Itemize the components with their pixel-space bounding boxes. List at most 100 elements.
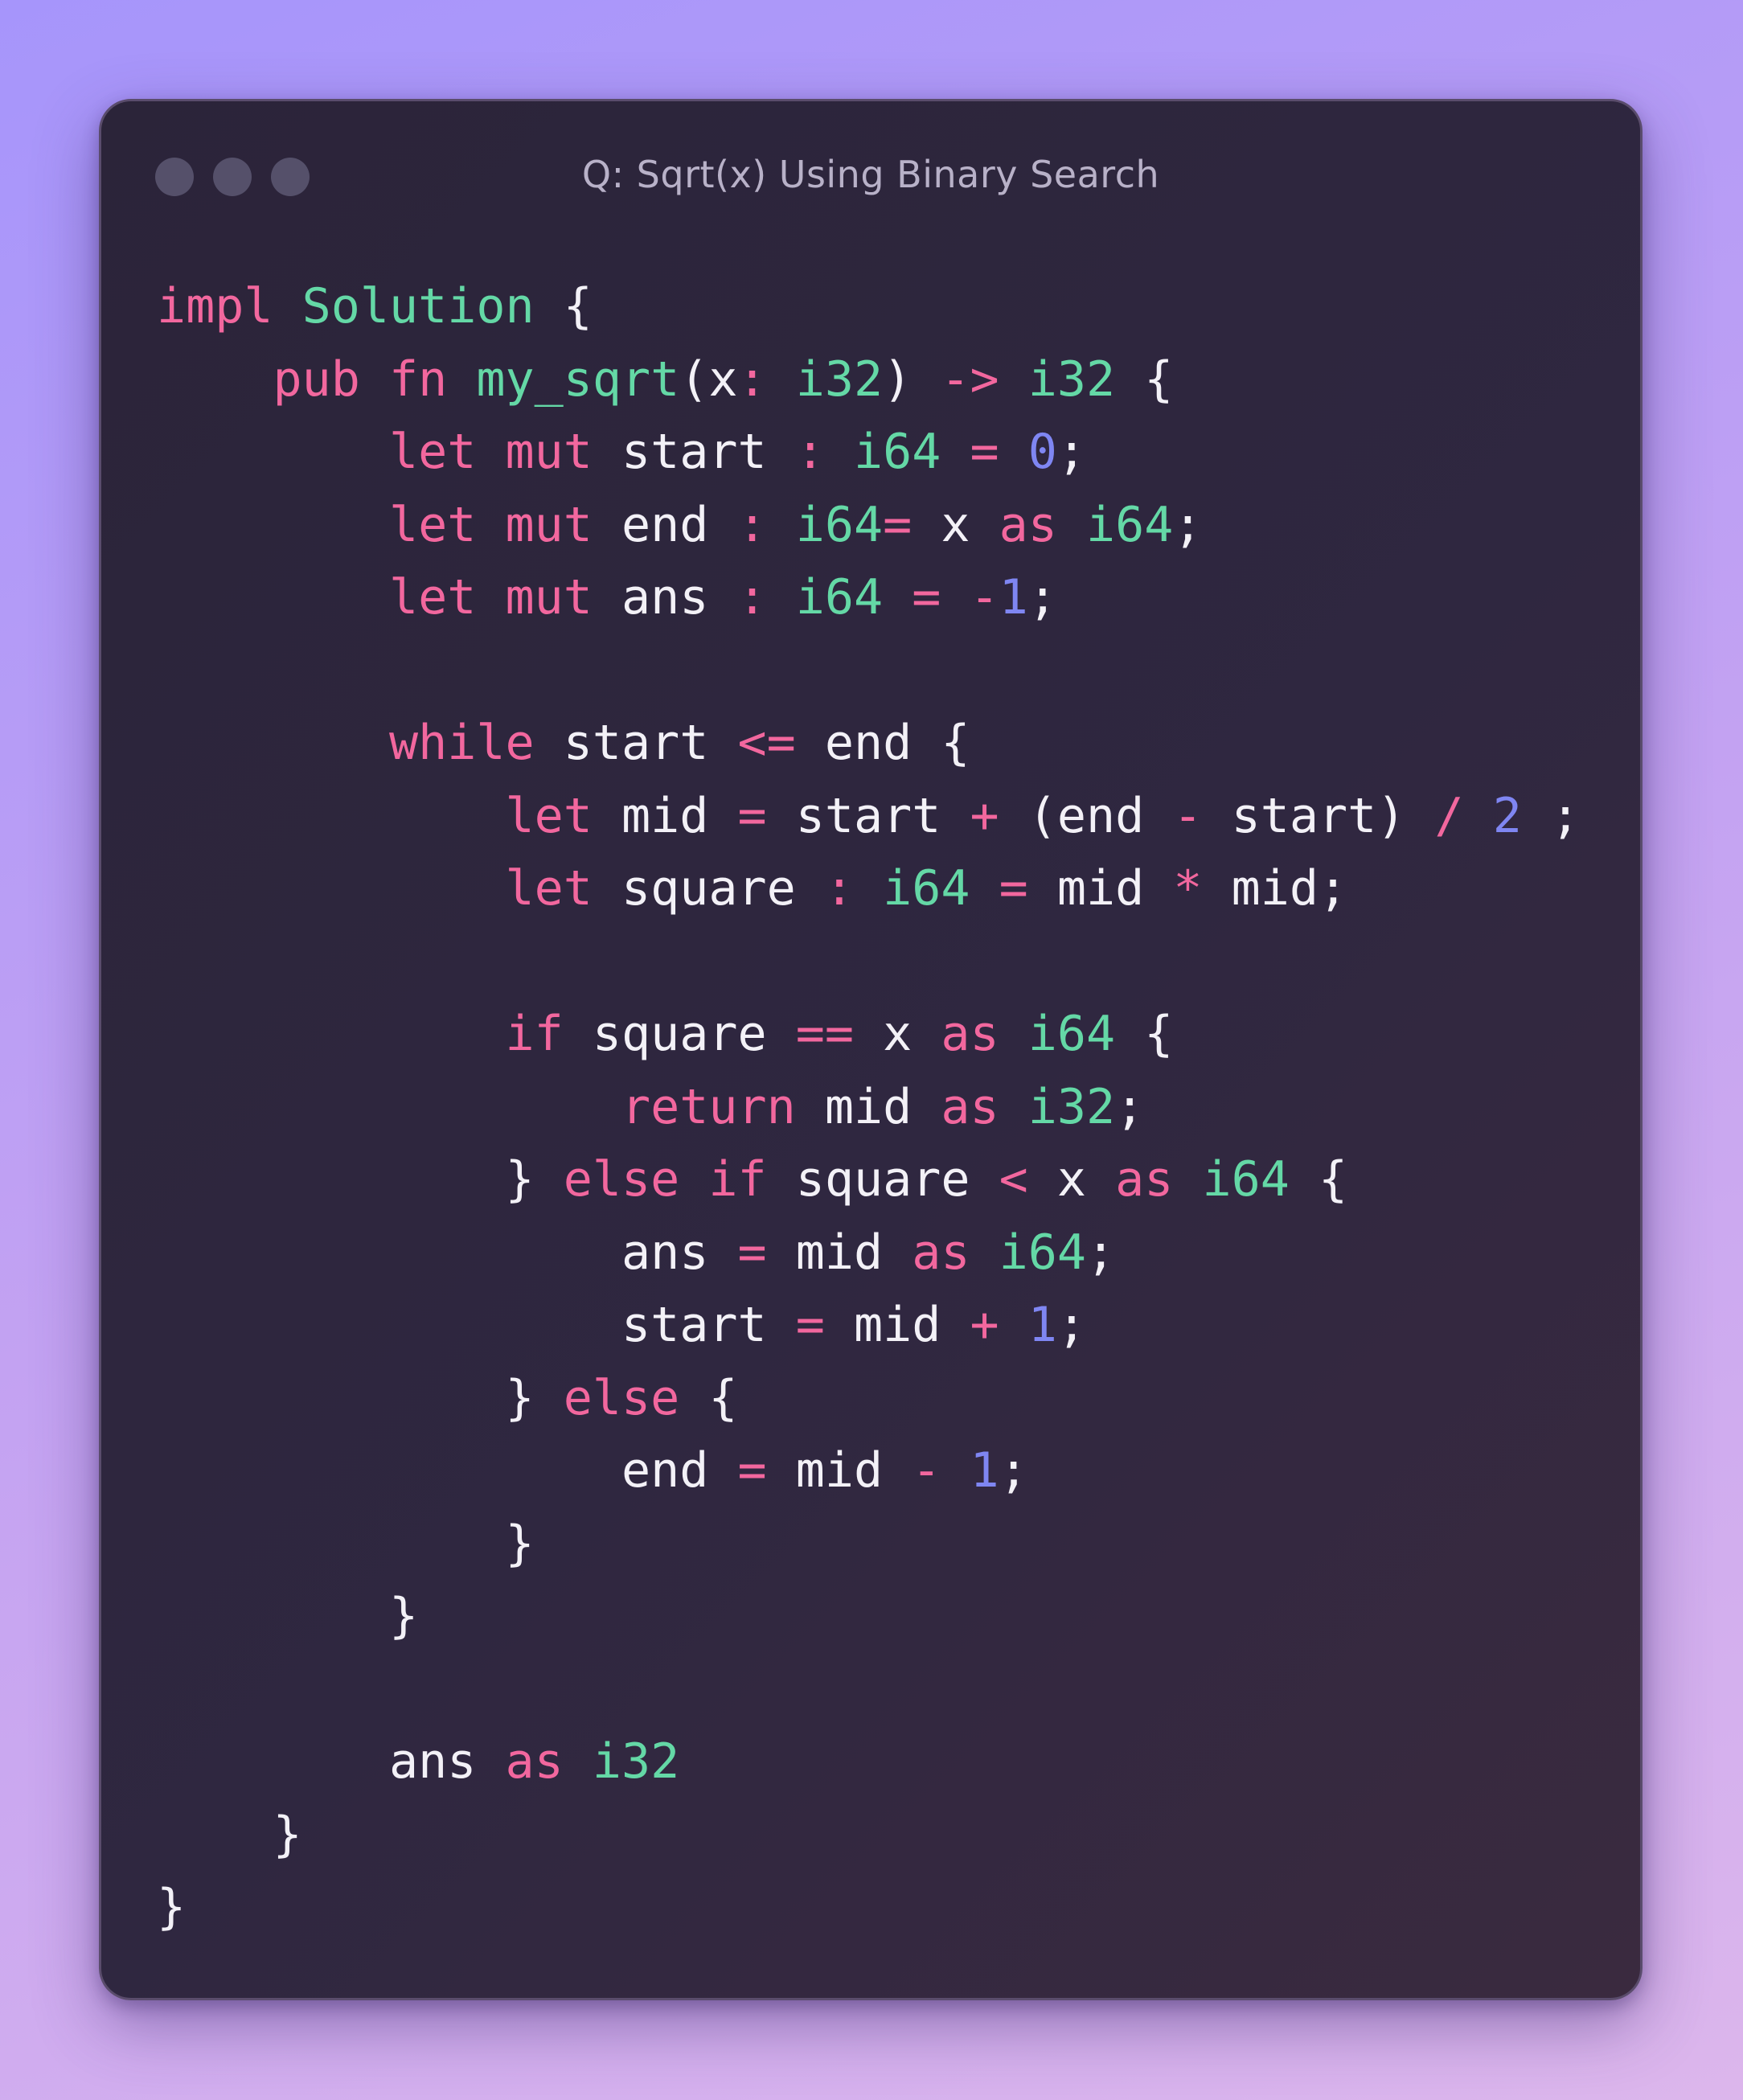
text-token: end (157, 1442, 738, 1499)
text-token: } (157, 1151, 564, 1208)
operator-token: = (737, 787, 767, 844)
keyword-token: return (621, 1078, 796, 1135)
keyword-token: mut (505, 496, 593, 553)
operator-token: : (737, 351, 767, 408)
code-line: start = mid + 1; (157, 1289, 1580, 1362)
operator-token: < (999, 1151, 1028, 1208)
keyword-token: mut (505, 424, 593, 480)
text-token: mid (766, 1442, 913, 1499)
text-token: end (592, 496, 738, 553)
keyword-token: as (941, 1006, 999, 1062)
keyword-token: pub (273, 351, 360, 408)
keyword-token: if (708, 1151, 767, 1208)
keyword-token: fn (389, 351, 448, 408)
text-token: start (592, 424, 796, 480)
keyword-token: let (505, 860, 593, 917)
operator-token: + (970, 1297, 999, 1353)
text-token: square (766, 1151, 999, 1208)
code-line: } (157, 1799, 1580, 1872)
code-line: let mid = start + (end - start) / 2 ; (157, 780, 1580, 853)
number-token: 1 (970, 1442, 999, 1499)
text-token: ) (883, 351, 941, 408)
code-line: } (157, 1871, 1580, 1944)
code-line: } else { (157, 1362, 1580, 1435)
code-line: impl Solution { (157, 270, 1580, 343)
text-token: end { (795, 715, 970, 771)
code-line: let mut ans : i64 = -1; (157, 561, 1580, 634)
operator-token: <= (737, 715, 796, 771)
type-token: i32 (1027, 1078, 1116, 1135)
operator-token: = (912, 569, 941, 625)
operator-token: = (737, 1442, 767, 1499)
code-window: Q: Sqrt(x) Using Binary Search impl Solu… (99, 99, 1643, 2000)
text-token: } (157, 1806, 302, 1863)
text-token: { (679, 1369, 738, 1426)
text-token: ans (592, 569, 738, 625)
operator-token: : (824, 860, 854, 917)
text-token: (end (999, 787, 1174, 844)
operator-token: - (912, 1442, 941, 1499)
text-token: start (766, 787, 970, 844)
operator-token: = (999, 860, 1028, 917)
keyword-token: as (912, 1224, 970, 1281)
window-titlebar: Q: Sqrt(x) Using Binary Search (101, 101, 1640, 254)
keyword-token: let (388, 569, 477, 625)
code-line: let mut end : i64= x as i64; (157, 489, 1580, 562)
number-token: 2 (1492, 787, 1522, 844)
code-line: while start <= end { (157, 707, 1580, 780)
number-token: 1 (1027, 1297, 1057, 1353)
operator-token: / (1434, 787, 1464, 844)
type-token: i32 (592, 1733, 680, 1790)
code-line: return mid as i32; (157, 1071, 1580, 1144)
operator-token: - (970, 569, 999, 625)
operator-token: - (1173, 787, 1203, 844)
keyword-token: mut (505, 569, 593, 625)
type-token: Solution (301, 278, 535, 334)
text-token: ans (157, 1733, 506, 1790)
text-token: mid (1027, 860, 1174, 917)
text-token: ; (999, 1442, 1028, 1499)
text-token: (x (679, 351, 738, 408)
operator-token: * (1173, 860, 1203, 917)
code-line: ans as i32 (157, 1725, 1580, 1799)
keyword-token: as (505, 1733, 564, 1790)
type-token: i64 (1027, 1006, 1116, 1062)
text-token: { (534, 278, 593, 334)
keyword-token: impl (157, 278, 273, 334)
code-line: } (157, 1580, 1580, 1653)
text-token: square (592, 860, 825, 917)
type-token: i64 (795, 569, 884, 625)
text-token: { (1115, 351, 1174, 408)
keyword-token: let (388, 424, 477, 480)
keyword-token: else (563, 1151, 680, 1208)
text-token: start (157, 1297, 796, 1353)
operator-token: == (795, 1006, 854, 1062)
type-token: i64 (1202, 1151, 1290, 1208)
text-token: { (1289, 1151, 1348, 1208)
text-token: ; (1115, 1078, 1145, 1135)
number-token: 1 (999, 569, 1028, 625)
text-token: start (534, 715, 738, 771)
type-token: i64 (853, 424, 941, 480)
keyword-token: let (505, 787, 593, 844)
code-block[interactable]: impl Solution { pub fn my_sqrt(x: i32) -… (157, 270, 1580, 1944)
